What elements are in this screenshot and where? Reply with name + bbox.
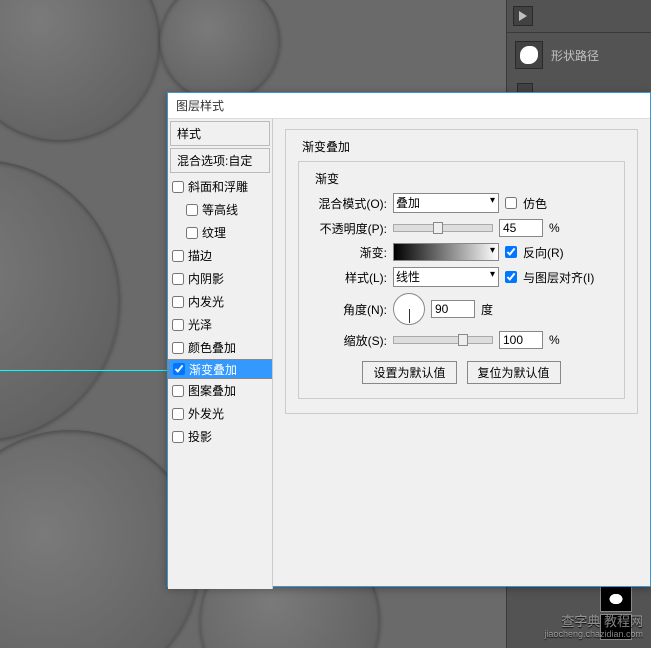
blend-mode-label: 混合模式(O): bbox=[311, 195, 387, 212]
style-item-label: 投影 bbox=[188, 428, 212, 445]
align-checkbox[interactable] bbox=[505, 271, 517, 283]
style-item[interactable]: 描边 bbox=[168, 244, 272, 267]
dither-checkbox[interactable] bbox=[505, 197, 517, 209]
styles-header[interactable]: 样式 bbox=[170, 121, 270, 146]
style-checkbox[interactable] bbox=[172, 296, 184, 308]
align-label: 与图层对齐(I) bbox=[523, 269, 594, 286]
style-item[interactable]: 内阴影 bbox=[168, 267, 272, 290]
shape-path-label: 形状路径 bbox=[551, 47, 599, 64]
style-checkbox[interactable] bbox=[172, 319, 184, 331]
gradient-group: 渐变 混合模式(O): 叠加 仿色 不透明度(P): % 渐变 bbox=[298, 161, 625, 399]
style-item[interactable]: 图案叠加 bbox=[168, 379, 272, 402]
style-item-label: 内发光 bbox=[188, 293, 224, 310]
style-item[interactable]: 纹理 bbox=[168, 221, 272, 244]
shape-circle bbox=[160, 0, 280, 100]
style-checkbox[interactable] bbox=[186, 227, 198, 239]
style-checkbox[interactable] bbox=[172, 181, 184, 193]
reverse-checkbox[interactable] bbox=[505, 246, 517, 258]
style-select[interactable]: 线性 bbox=[393, 267, 499, 287]
style-item[interactable]: 颜色叠加 bbox=[168, 336, 272, 359]
style-item-label: 内阴影 bbox=[188, 270, 224, 287]
scale-unit: % bbox=[549, 333, 560, 347]
style-checkbox[interactable] bbox=[173, 363, 185, 375]
angle-input[interactable] bbox=[431, 300, 475, 318]
dither-label: 仿色 bbox=[523, 195, 547, 212]
shape-circle bbox=[0, 160, 120, 440]
angle-label: 角度(N): bbox=[311, 301, 387, 318]
style-checkbox[interactable] bbox=[172, 273, 184, 285]
style-label: 样式(L): bbox=[311, 269, 387, 286]
style-item-label: 等高线 bbox=[202, 201, 238, 218]
gradient-title: 渐变 bbox=[311, 170, 343, 187]
style-checkbox[interactable] bbox=[172, 408, 184, 420]
style-item-label: 纹理 bbox=[202, 224, 226, 241]
style-item-label: 颜色叠加 bbox=[188, 339, 236, 356]
style-checkbox[interactable] bbox=[172, 431, 184, 443]
layer-style-dialog: 图层样式 样式 混合选项:自定 斜面和浮雕等高线纹理描边内阴影内发光光泽颜色叠加… bbox=[167, 92, 651, 587]
style-item-label: 外发光 bbox=[188, 405, 224, 422]
style-item[interactable]: 光泽 bbox=[168, 313, 272, 336]
styles-list: 样式 混合选项:自定 斜面和浮雕等高线纹理描边内阴影内发光光泽颜色叠加渐变叠加图… bbox=[168, 119, 273, 589]
style-item-label: 描边 bbox=[188, 247, 212, 264]
style-item[interactable]: 斜面和浮雕 bbox=[168, 175, 272, 198]
scale-input[interactable] bbox=[499, 331, 543, 349]
style-item[interactable]: 投影 bbox=[168, 425, 272, 448]
style-item[interactable]: 等高线 bbox=[168, 198, 272, 221]
watermark-url: jiaocheng.chazidian.com bbox=[544, 629, 643, 640]
dialog-title: 图层样式 bbox=[168, 93, 650, 119]
options-panel: 渐变叠加 渐变 混合模式(O): 叠加 仿色 不透明度(P): % bbox=[273, 119, 650, 589]
gradient-overlay-group: 渐变叠加 渐变 混合模式(O): 叠加 仿色 不透明度(P): % bbox=[285, 129, 638, 414]
style-item-label: 图案叠加 bbox=[188, 382, 236, 399]
style-checkbox[interactable] bbox=[172, 250, 184, 262]
blend-options-header[interactable]: 混合选项:自定 bbox=[170, 148, 270, 173]
scale-slider[interactable] bbox=[393, 336, 493, 344]
style-item-label: 光泽 bbox=[188, 316, 212, 333]
scale-label: 缩放(S): bbox=[311, 332, 387, 349]
reset-default-button[interactable]: 复位为默认值 bbox=[467, 361, 561, 384]
style-item[interactable]: 渐变叠加 bbox=[168, 359, 273, 379]
style-item[interactable]: 内发光 bbox=[168, 290, 272, 313]
play-icon[interactable] bbox=[513, 6, 533, 26]
gradient-swatch[interactable] bbox=[393, 243, 499, 261]
shape-preset-icon[interactable] bbox=[515, 41, 543, 69]
watermark-text: 查字典 教程网 bbox=[544, 614, 643, 630]
watermark: 查字典 教程网 jiaocheng.chazidian.com bbox=[544, 614, 643, 640]
opacity-label: 不透明度(P): bbox=[311, 220, 387, 237]
angle-dial[interactable] bbox=[393, 293, 425, 325]
style-checkbox[interactable] bbox=[186, 204, 198, 216]
make-default-button[interactable]: 设置为默认值 bbox=[362, 361, 456, 384]
blend-mode-select[interactable]: 叠加 bbox=[393, 193, 499, 213]
style-item-label: 斜面和浮雕 bbox=[188, 178, 248, 195]
guide-line bbox=[0, 370, 170, 371]
reverse-label: 反向(R) bbox=[523, 244, 564, 261]
angle-unit: 度 bbox=[481, 301, 493, 318]
style-checkbox[interactable] bbox=[172, 385, 184, 397]
opacity-unit: % bbox=[549, 221, 560, 235]
layer-thumb[interactable] bbox=[600, 586, 632, 612]
opacity-input[interactable] bbox=[499, 219, 543, 237]
opacity-slider[interactable] bbox=[393, 224, 493, 232]
shape-circle bbox=[0, 0, 160, 140]
section-title: 渐变叠加 bbox=[298, 138, 354, 155]
style-item-label: 渐变叠加 bbox=[189, 361, 237, 378]
style-checkbox[interactable] bbox=[172, 342, 184, 354]
gradient-label: 渐变: bbox=[311, 244, 387, 261]
style-item[interactable]: 外发光 bbox=[168, 402, 272, 425]
